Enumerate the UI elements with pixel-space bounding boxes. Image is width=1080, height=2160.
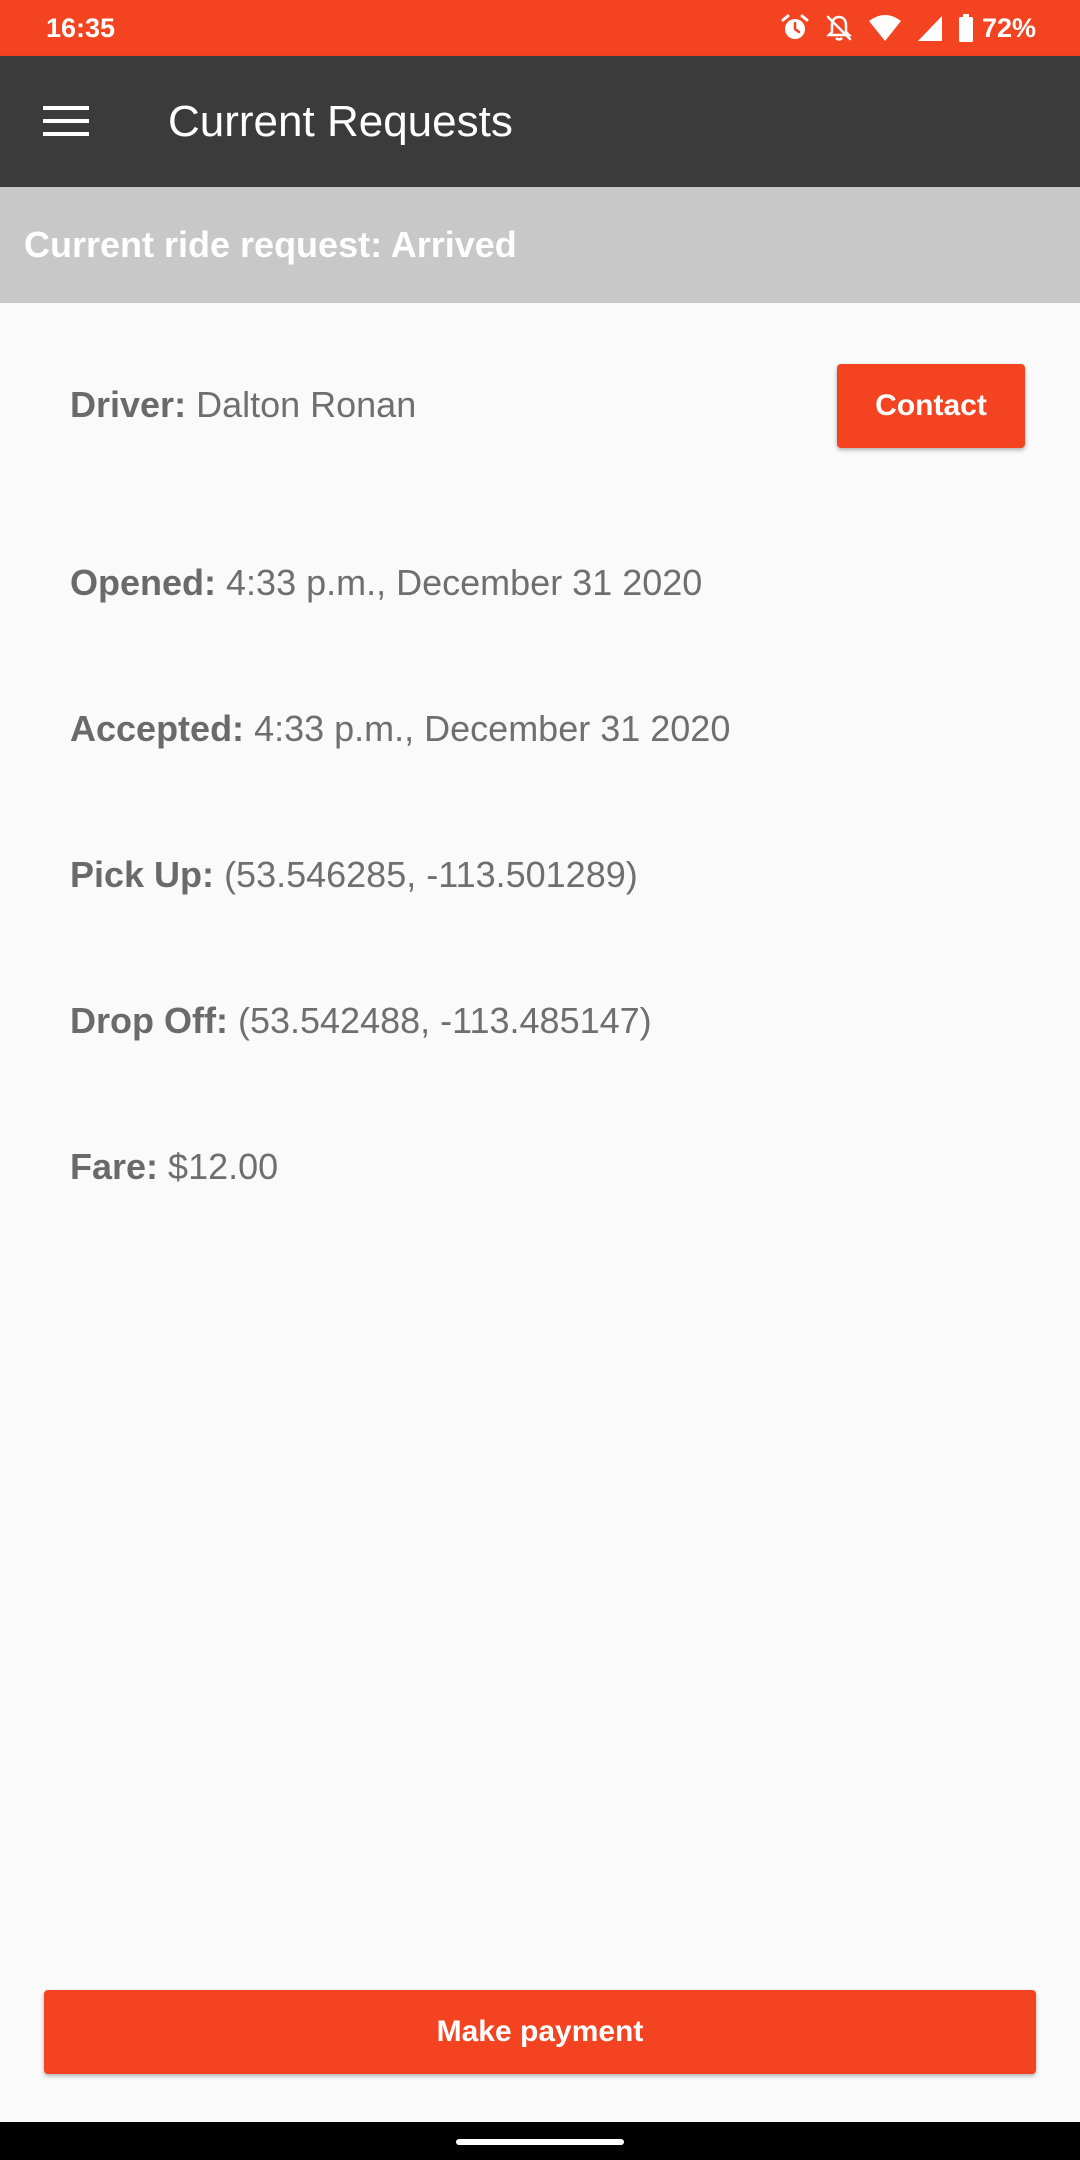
status-icons: 72% bbox=[766, 10, 1036, 46]
fare-label: Fare: bbox=[70, 1146, 159, 1187]
dropoff-coordinates: (53.542488, -113.485147) bbox=[237, 1000, 652, 1041]
ride-status-text: Current ride request: Arrived bbox=[24, 224, 517, 265]
page-title: Current Requests bbox=[168, 97, 513, 146]
driver-label: Driver: bbox=[70, 384, 187, 425]
system-nav-bar bbox=[0, 2122, 1080, 2160]
fare-row: Fare: $12.00 bbox=[70, 1144, 278, 1190]
opened-time: 4:33 p.m., December 31 2020 bbox=[226, 562, 703, 603]
menu-button[interactable] bbox=[26, 93, 106, 149]
opened-label: Opened: bbox=[70, 562, 217, 603]
pickup-coordinates: (53.546285, -113.501289) bbox=[224, 854, 638, 895]
fare-amount: $12.00 bbox=[168, 1146, 279, 1187]
accepted-label: Accepted: bbox=[70, 708, 245, 749]
accepted-row: Accepted: 4:33 p.m., December 31 2020 bbox=[70, 706, 730, 752]
notifications-off-icon bbox=[824, 13, 854, 43]
status-time: 16:35 bbox=[46, 13, 116, 43]
make-payment-button[interactable]: Make payment bbox=[44, 1990, 1036, 2074]
app-bar: Current Requests bbox=[0, 56, 1080, 187]
battery-percentage: 72% bbox=[981, 13, 1036, 43]
ride-status-banner: Current ride request: Arrived bbox=[0, 187, 1080, 303]
status-bar: 16:35 72% bbox=[0, 0, 1080, 56]
home-gesture-handle[interactable] bbox=[456, 2139, 624, 2145]
battery-icon bbox=[958, 13, 974, 43]
contact-button[interactable]: Contact bbox=[837, 364, 1025, 448]
menu-icon bbox=[43, 105, 89, 137]
cell-signal-icon bbox=[916, 13, 944, 43]
dropoff-row: Drop Off: (53.542488, -113.485147) bbox=[70, 998, 652, 1044]
wifi-icon bbox=[868, 13, 902, 43]
pickup-label: Pick Up: bbox=[70, 854, 215, 895]
alarm-icon bbox=[780, 13, 810, 43]
opened-row: Opened: 4:33 p.m., December 31 2020 bbox=[70, 560, 702, 606]
driver-name: Dalton Ronan bbox=[196, 384, 417, 425]
pickup-row: Pick Up: (53.546285, -113.501289) bbox=[70, 852, 638, 898]
driver-row: Driver: Dalton Ronan bbox=[70, 382, 416, 428]
accepted-time: 4:33 p.m., December 31 2020 bbox=[254, 708, 731, 749]
dropoff-label: Drop Off: bbox=[70, 1000, 228, 1041]
